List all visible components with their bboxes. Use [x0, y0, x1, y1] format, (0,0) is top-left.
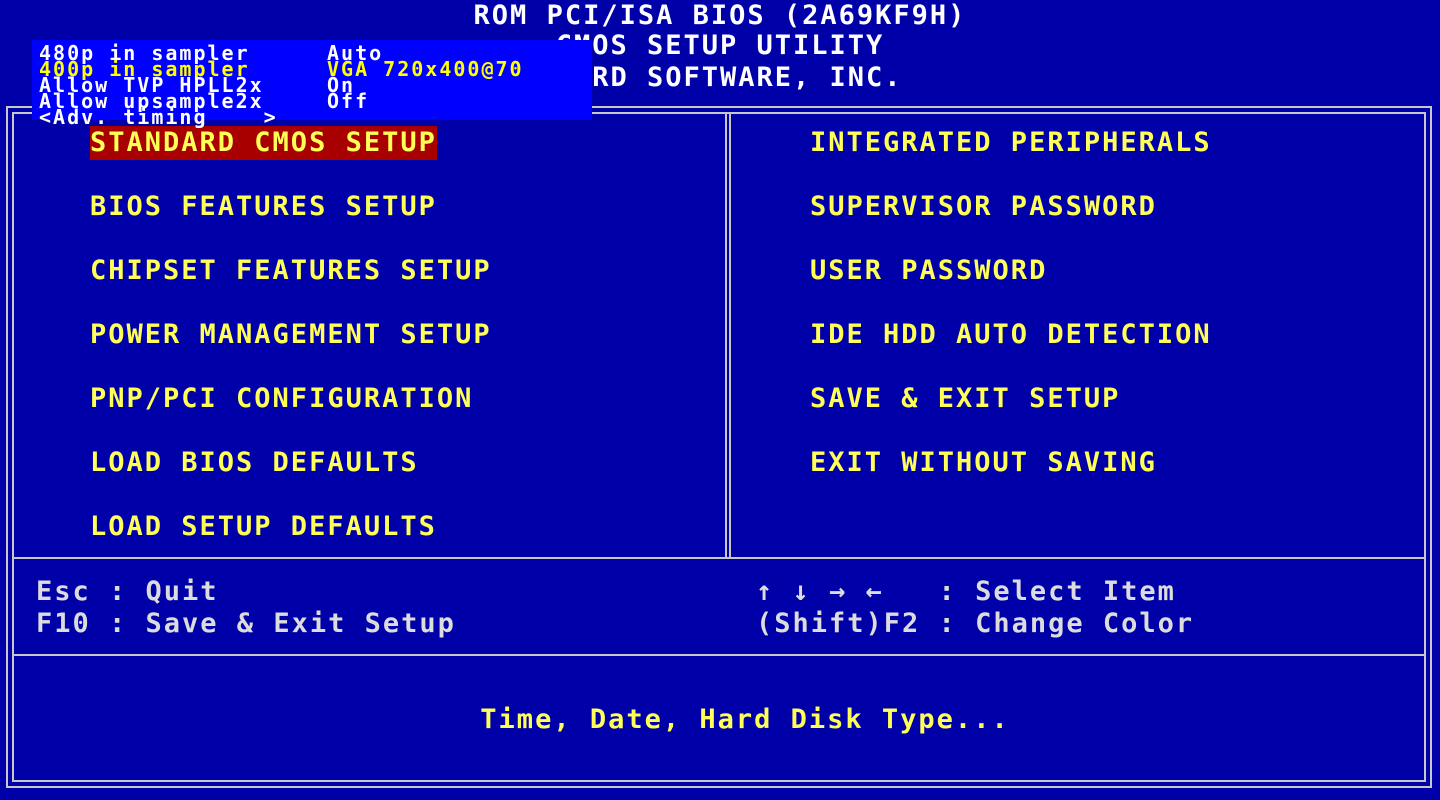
menu-item-chipset-features-setup[interactable]: CHIPSET FEATURES SETUP	[90, 254, 492, 288]
key-help-f10: F10 : Save & Exit Setup	[36, 608, 456, 639]
help-separator	[12, 654, 1426, 656]
osd-value: Off	[327, 89, 370, 113]
osd-row-adv-timing[interactable]: <Adv. timing >	[39, 105, 592, 129]
menu-item-standard-cmos-setup[interactable]: STANDARD CMOS SETUP	[90, 126, 437, 160]
menu-item-power-management-setup[interactable]: POWER MANAGEMENT SETUP	[90, 318, 492, 352]
menu-item-load-setup-defaults[interactable]: LOAD SETUP DEFAULTS	[90, 510, 437, 544]
osd-label: <Adv. timing >	[39, 105, 278, 129]
menu-separator	[12, 557, 1426, 559]
menu-item-bios-features-setup[interactable]: BIOS FEATURES SETUP	[90, 190, 437, 224]
menu-item-user-password[interactable]: USER PASSWORD	[810, 254, 1047, 288]
bios-title: ROM PCI/ISA BIOS (2A69KF9H)	[473, 0, 967, 31]
scaler-osd-menu: 480p in sampler Auto 400p in sampler VGA…	[32, 40, 592, 127]
osd-value: VGA 720x400@70	[327, 57, 524, 81]
menu-item-load-bios-defaults[interactable]: LOAD BIOS DEFAULTS	[90, 446, 419, 480]
menu-item-integrated-peripherals[interactable]: INTEGRATED PERIPHERALS	[810, 126, 1212, 160]
column-divider-left	[725, 112, 727, 558]
menu-item-supervisor-password[interactable]: SUPERVISOR PASSWORD	[810, 190, 1157, 224]
key-help-shift-f2: (Shift)F2 : Change Color	[756, 608, 1195, 639]
item-description: Time, Date, Hard Disk Type...	[480, 704, 1010, 735]
key-help-arrows: ↑ ↓ → ← : Select Item	[756, 576, 1176, 607]
menu-item-save-exit-setup[interactable]: SAVE & EXIT SETUP	[810, 382, 1120, 416]
menu-item-exit-without-saving[interactable]: EXIT WITHOUT SAVING	[810, 446, 1157, 480]
menu-item-pnp-pci-configuration[interactable]: PNP/PCI CONFIGURATION	[90, 382, 473, 416]
menu-item-ide-hdd-auto-detection[interactable]: IDE HDD AUTO DETECTION	[810, 318, 1212, 352]
column-divider-right	[729, 112, 731, 558]
key-help-esc: Esc : Quit	[36, 576, 219, 607]
